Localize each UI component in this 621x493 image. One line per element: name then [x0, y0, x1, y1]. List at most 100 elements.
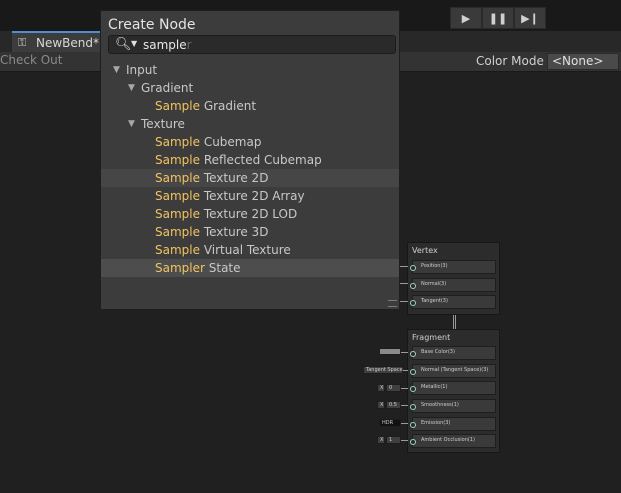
node-item-label: Sample Texture 2D LOD	[155, 205, 297, 223]
play-button[interactable]: ▶	[450, 7, 482, 29]
search-field[interactable]: 🔍︎ ▼ sampler sample	[108, 35, 396, 54]
match-highlight: Sample	[155, 189, 200, 203]
occlusion-field[interactable]: 1	[386, 436, 401, 444]
input-connection	[401, 388, 408, 389]
port-icon[interactable]	[410, 351, 416, 357]
step-icon: ▶❙	[521, 11, 539, 25]
normal-space-field[interactable]: Tangent Space	[363, 366, 403, 374]
input-connection	[401, 440, 408, 441]
vertex-connection	[399, 283, 408, 284]
port-icon[interactable]	[410, 283, 416, 289]
category-label: Gradient	[141, 81, 194, 95]
smoothness-field[interactable]: 0.5	[386, 401, 401, 409]
node-tree: ▼ Input ▼ Gradient Sample Gradient ▼ Texture Sa…	[101, 61, 399, 277]
block-label: Ambient Occlusion(1)	[421, 437, 475, 443]
tree-item[interactable]: Sampler State	[101, 259, 399, 277]
vertex-block-position[interactable]: Position(3)	[410, 260, 496, 274]
emission-hdr-field[interactable]: HDR	[379, 419, 401, 427]
foldout-arrow-icon[interactable]: ▼	[113, 61, 120, 79]
fragment-block-ambient-occlusion[interactable]: Ambient Occlusion(1)	[410, 434, 496, 448]
port-icon[interactable]	[410, 300, 416, 306]
block-label: Emission(3)	[421, 420, 451, 426]
search-icon: 🔍︎	[115, 37, 132, 52]
vertex-block-tangent[interactable]: Tangent(3)	[410, 295, 496, 309]
tree-item[interactable]: Sample Texture 2D LOD	[101, 205, 399, 223]
color-mode-dropdown[interactable]: <None>	[547, 53, 619, 70]
port-icon[interactable]	[410, 422, 416, 428]
block-label: Base Color(3)	[421, 349, 455, 355]
search-input[interactable]: sample	[143, 38, 187, 52]
fragment-title: Fragment	[412, 333, 451, 342]
block-label: Normal(3)	[421, 281, 447, 287]
item-rest-text: Gradient	[200, 99, 257, 113]
field-axis-label: X	[377, 436, 385, 444]
pause-icon: ❚❚	[488, 11, 508, 25]
create-node-popup[interactable]: Create Node 🔍︎ ▼ sampler sample ▼ Input ▼ G…	[100, 10, 400, 310]
node-item-label: Sample Gradient	[155, 97, 256, 115]
tab-newbend[interactable]: ⚿ NewBend*	[12, 31, 112, 53]
match-highlight: Sample	[155, 135, 200, 149]
base-color-swatch[interactable]	[379, 348, 401, 355]
category-label: Input	[126, 63, 158, 77]
item-rest-text: Texture 2D	[200, 171, 269, 185]
port-icon[interactable]	[410, 369, 416, 375]
match-highlight: Sample	[155, 207, 200, 221]
port-icon[interactable]	[410, 439, 416, 445]
vertex-connection	[399, 266, 408, 267]
port-icon[interactable]	[410, 265, 416, 271]
tree-category[interactable]: ▼ Texture	[101, 115, 399, 133]
foldout-arrow-icon[interactable]: ▼	[128, 79, 135, 97]
node-item-label: Sampler State	[155, 259, 241, 277]
input-connection	[401, 352, 408, 353]
tree-item[interactable]: Sample Texture 2D	[101, 169, 399, 187]
node-item-label: Sample Reflected Cubemap	[155, 151, 322, 169]
tree-item[interactable]: Sample Texture 2D Array	[101, 187, 399, 205]
block-label: Position(3)	[421, 263, 448, 269]
pause-button[interactable]: ❚❚	[482, 7, 514, 29]
match-highlight: Sample	[155, 99, 200, 113]
node-item-label: Sample Texture 2D	[155, 169, 268, 187]
match-highlight: Sample	[155, 171, 200, 185]
fragment-block-base-color[interactable]: Base Color(3)	[410, 346, 496, 360]
fragment-block-metallic[interactable]: Metallic(1)	[410, 381, 496, 395]
category-label: Texture	[141, 117, 185, 131]
foldout-arrow-icon[interactable]: ▼	[128, 115, 135, 133]
play-icon: ▶	[461, 11, 471, 25]
vertex-context[interactable]: Vertex Position(3) Normal(3) Tangent(3)	[407, 242, 500, 315]
port-icon[interactable]	[410, 404, 416, 410]
vertex-block-normal[interactable]: Normal(3)	[410, 278, 496, 292]
node-item-label: Sample Texture 2D Array	[155, 187, 305, 205]
tree-item[interactable]: Sample Cubemap	[101, 133, 399, 151]
tree-item[interactable]: Sample Reflected Cubemap	[101, 151, 399, 169]
tree-item[interactable]: Sample Gradient	[101, 97, 399, 115]
block-label: Smoothness(1)	[421, 402, 459, 408]
node-item-label: Sample Texture 3D	[155, 223, 268, 241]
resize-grip-icon[interactable]	[388, 300, 397, 307]
tree-item[interactable]: Sample Texture 3D	[101, 223, 399, 241]
shadergraph-icon: ⚿	[18, 36, 27, 49]
popup-title: Create Node	[108, 17, 196, 33]
item-rest-text: Texture 2D LOD	[200, 207, 298, 221]
tab-label: NewBend*	[36, 36, 100, 50]
vertex-title: Vertex	[412, 246, 438, 255]
metallic-field[interactable]: 0	[386, 384, 401, 392]
input-connection	[401, 423, 408, 424]
port-icon[interactable]	[410, 386, 416, 392]
tree-category[interactable]: ▼ Input	[101, 61, 399, 79]
vertex-connection	[399, 301, 408, 302]
match-highlight: Sample	[155, 243, 200, 257]
check-out-button[interactable]: Check Out	[0, 53, 62, 67]
fragment-block-normal[interactable]: Normal (Tangent Space)(3)	[410, 364, 496, 378]
block-label: Normal (Tangent Space)(3)	[421, 367, 489, 373]
fragment-block-emission[interactable]: Emission(3)	[410, 417, 496, 431]
item-rest-text: Virtual Texture	[200, 243, 291, 257]
node-item-label: Sample Virtual Texture	[155, 241, 291, 259]
block-label: Tangent(3)	[421, 298, 448, 304]
step-button[interactable]: ▶❙	[514, 7, 546, 29]
tree-category[interactable]: ▼ Gradient	[101, 79, 399, 97]
fragment-block-smoothness[interactable]: Smoothness(1)	[410, 399, 496, 413]
chevron-down-icon[interactable]: ▼	[131, 39, 137, 48]
tree-item[interactable]: Sample Virtual Texture	[101, 241, 399, 259]
input-connection	[401, 405, 408, 406]
fragment-context[interactable]: Fragment Base Color(3) Normal (Tangent S…	[407, 329, 500, 453]
